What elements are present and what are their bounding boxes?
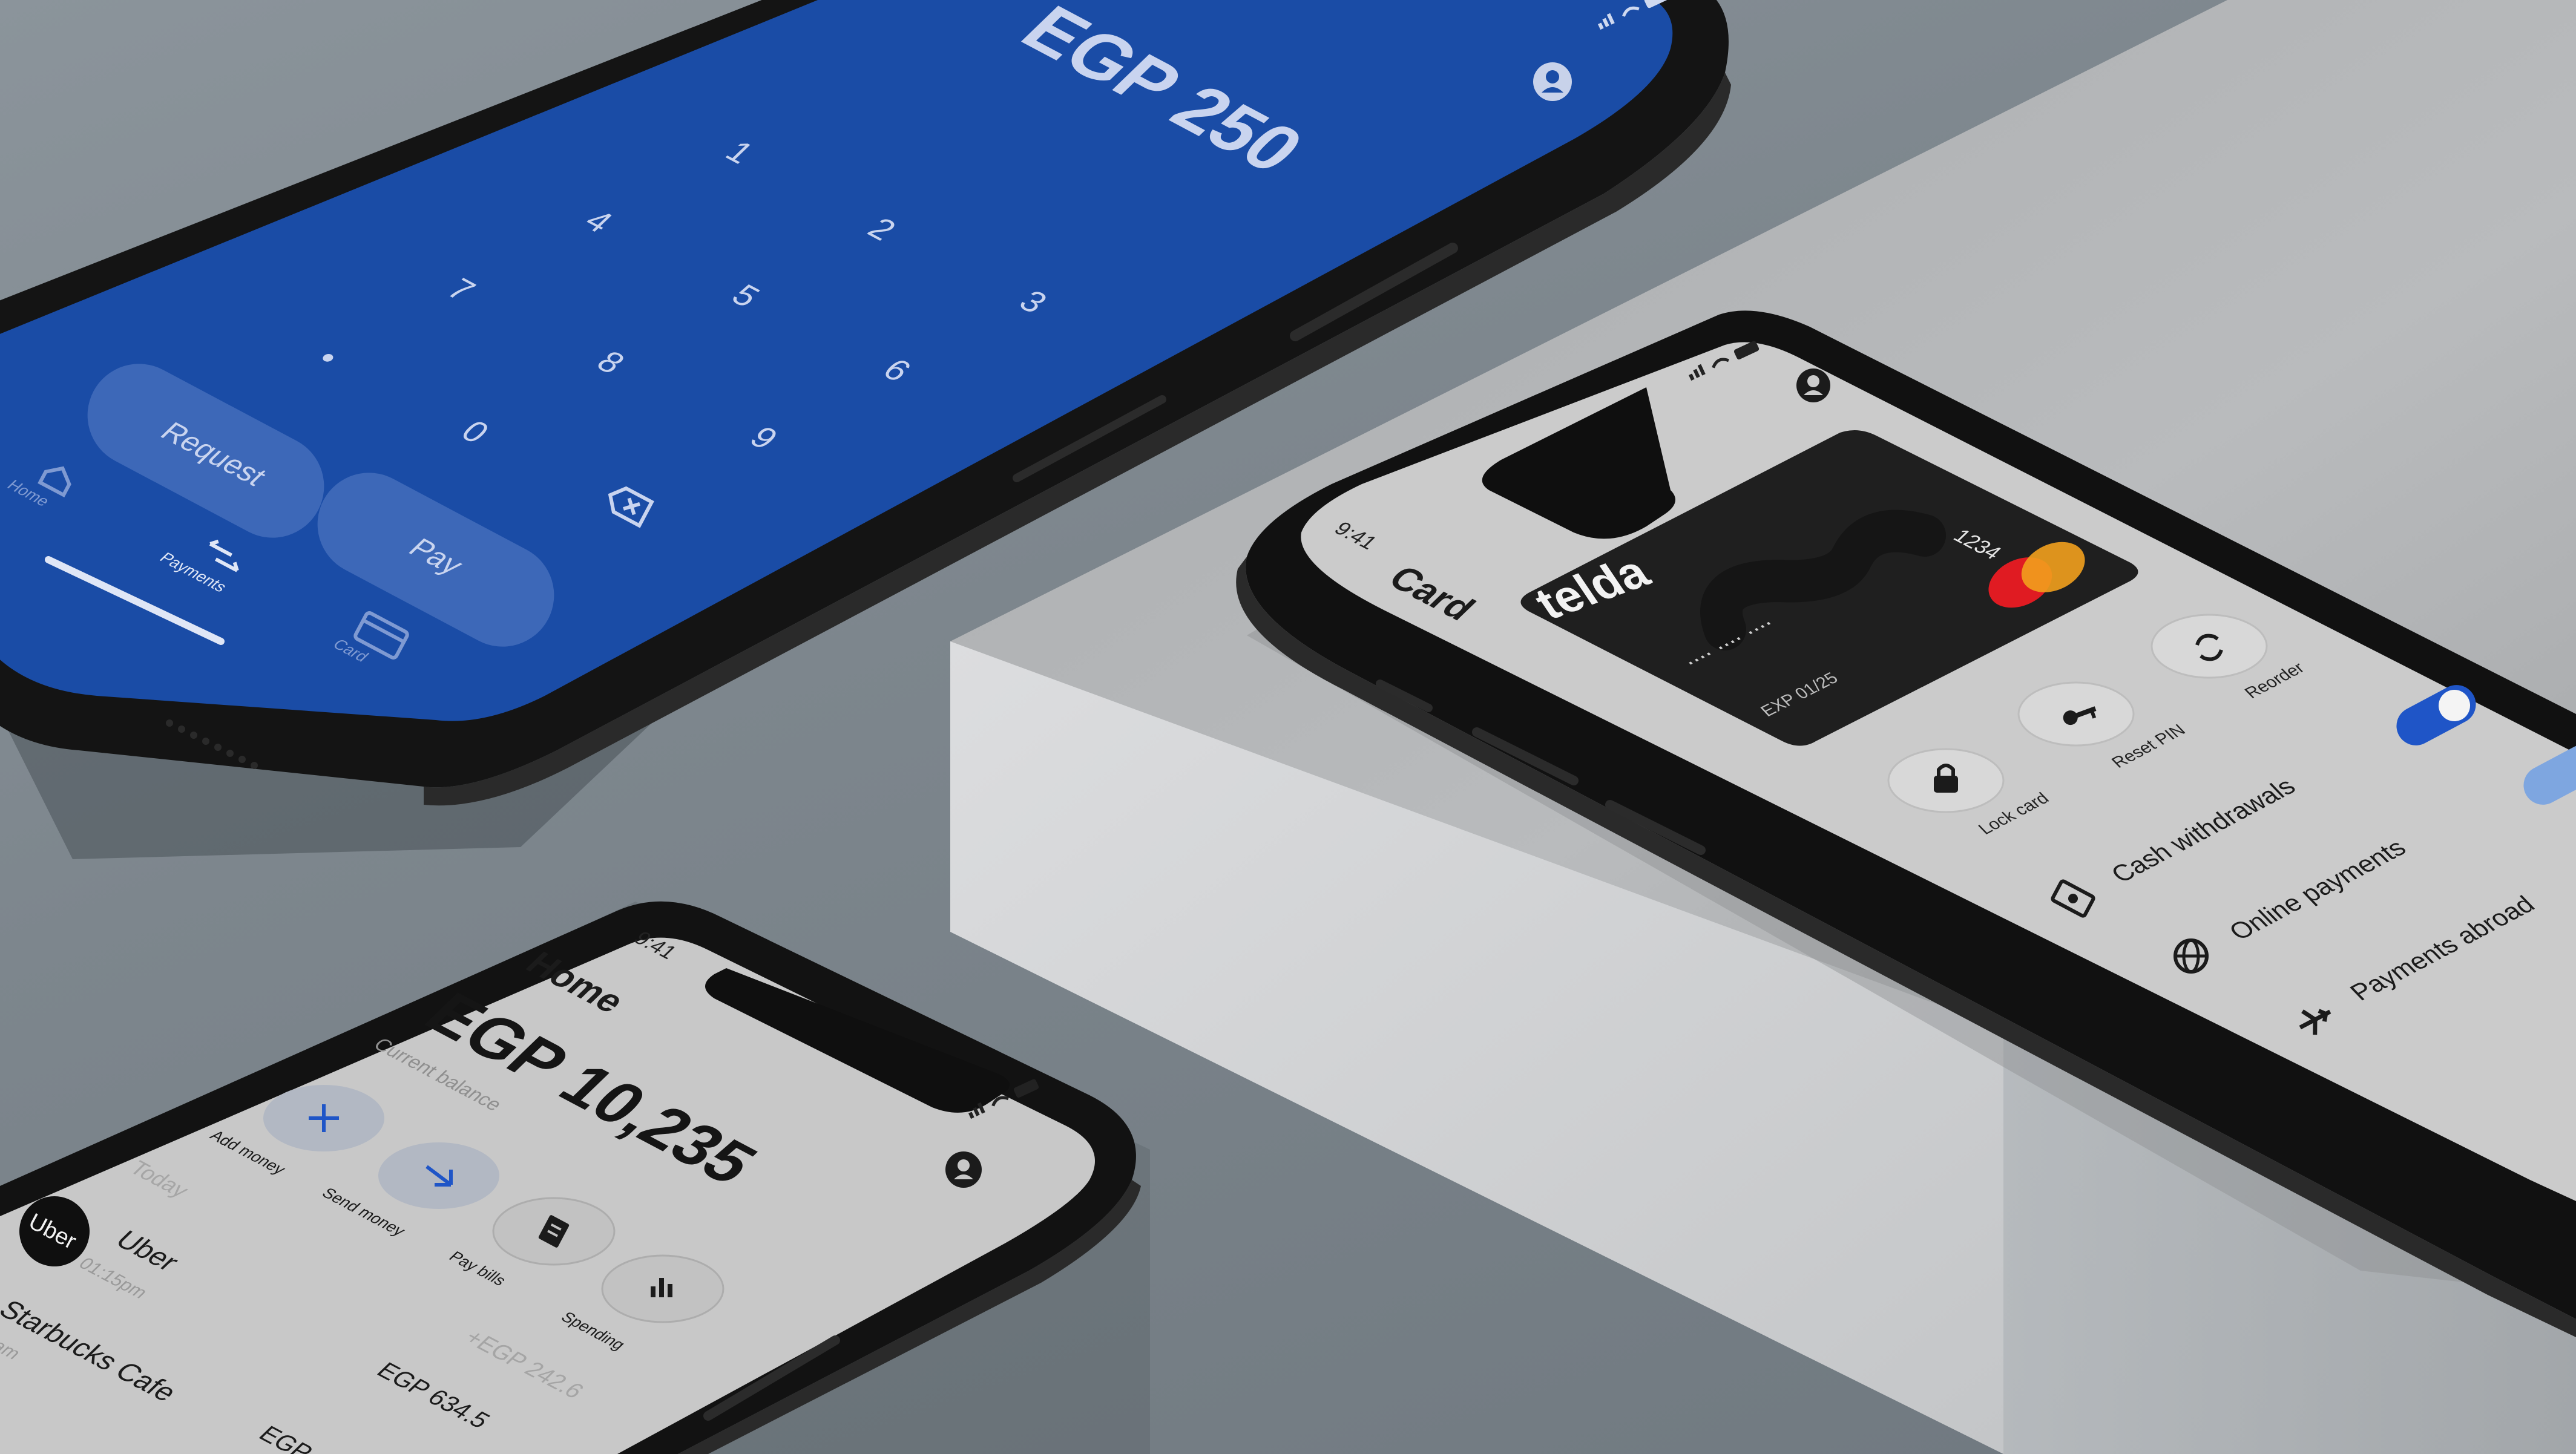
profile-icon[interactable] bbox=[945, 1151, 982, 1188]
home-phone: 9:41 Home EGP 10,235 Current balance Add… bbox=[0, 901, 1150, 1454]
